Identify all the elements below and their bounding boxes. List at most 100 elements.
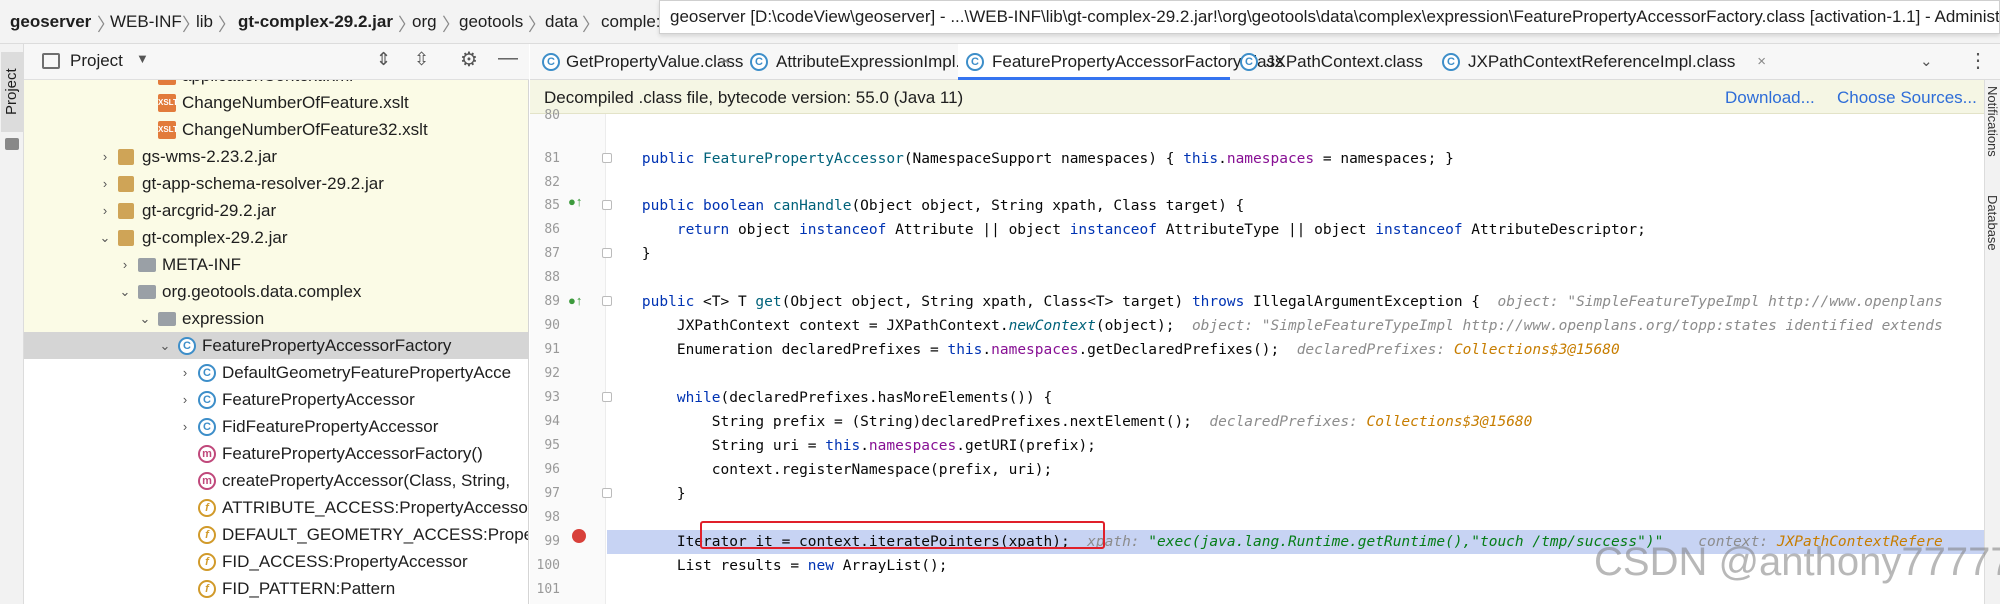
tree-item-label: FeaturePropertyAccessor bbox=[222, 390, 415, 409]
field-icon: f bbox=[198, 526, 216, 544]
breadcrumb-geoserver[interactable]: geoserver bbox=[10, 12, 91, 32]
more-icon[interactable]: ⋮ bbox=[1968, 48, 1988, 73]
tab-jxpathcontext[interactable]: C JXPathContext.class bbox=[1232, 44, 1432, 80]
download-link[interactable]: Download... bbox=[1725, 88, 1815, 108]
class-icon: C bbox=[198, 418, 216, 436]
fold-marker-icon[interactable] bbox=[602, 200, 612, 210]
tree-item[interactable]: m createPropertyAccessor(Class, String, bbox=[24, 467, 528, 494]
field-icon: f bbox=[198, 580, 216, 598]
tree-item[interactable]: ⌄ org.geotools.data.complex bbox=[24, 278, 528, 305]
fold-marker-icon[interactable] bbox=[602, 248, 612, 258]
tab-getpropertyvalue[interactable]: C GetPropertyValue.class × bbox=[542, 44, 743, 80]
collapse-all-icon[interactable]: ⇳ bbox=[414, 49, 429, 70]
line-number: 99 bbox=[544, 534, 560, 549]
choose-sources-link[interactable]: Choose Sources... bbox=[1837, 88, 1977, 108]
breadcrumb-geotools[interactable]: geotools bbox=[459, 12, 523, 32]
line-number: 85 bbox=[544, 198, 560, 213]
database-tool-button[interactable]: Database bbox=[1985, 195, 2000, 251]
override-marker-icon[interactable]: ●↑ bbox=[568, 293, 582, 308]
chevron-right-icon[interactable]: › bbox=[118, 251, 132, 278]
tree-item-label: ATTRIBUTE_ACCESS:PropertyAccessor bbox=[222, 498, 529, 517]
breadcrumb-separator: 〉 bbox=[442, 15, 460, 35]
tree-item[interactable]: › META-INF bbox=[24, 251, 528, 278]
notifications-tool-button[interactable]: Notifications bbox=[1985, 86, 2000, 157]
chevron-down-icon[interactable]: ⌄ bbox=[138, 305, 152, 332]
hide-icon[interactable]: — bbox=[498, 47, 518, 70]
field-icon: f bbox=[198, 499, 216, 517]
chevron-down-icon[interactable]: ⌄ bbox=[158, 332, 172, 359]
breadcrumb-separator: 〉 bbox=[582, 15, 600, 35]
class-icon: C bbox=[178, 337, 196, 355]
line-number: 94 bbox=[544, 414, 560, 429]
line-number: 95 bbox=[544, 438, 560, 453]
breakpoint-icon[interactable] bbox=[572, 529, 586, 543]
tree-item[interactable]: XSLT ChangeNumberOfFeature32.xslt bbox=[24, 116, 528, 143]
chevron-down-icon[interactable]: ⌄ bbox=[118, 278, 132, 305]
chevron-right-icon[interactable]: › bbox=[178, 413, 192, 440]
tree-item[interactable]: f DEFAULT_GEOMETRY_ACCESS:Proper bbox=[24, 521, 528, 548]
tree-item[interactable]: ⌄ C FeaturePropertyAccessorFactory bbox=[24, 332, 528, 359]
line-number: 96 bbox=[544, 462, 560, 477]
chevron-right-icon[interactable]: › bbox=[98, 197, 112, 224]
breadcrumb-web-inf[interactable]: WEB-INF bbox=[110, 12, 182, 32]
chevron-right-icon[interactable]: › bbox=[178, 386, 192, 413]
line-number: 89 bbox=[544, 294, 560, 309]
tree-item[interactable]: › gt-app-schema-resolver-29.2.jar bbox=[24, 170, 528, 197]
close-icon[interactable]: × bbox=[1757, 44, 1766, 80]
breadcrumb-lib[interactable]: lib bbox=[196, 12, 213, 32]
tree-item[interactable]: applicationContext.xml bbox=[24, 80, 528, 89]
tab-featurepropertyaccessorfactory[interactable]: C FeaturePropertyAccessorFactory.class bbox=[958, 44, 1284, 80]
tree-item[interactable]: › gs-wms-2.23.2.jar bbox=[24, 143, 528, 170]
tree-item[interactable]: XSLT ChangeNumberOfFeature.xslt bbox=[24, 89, 528, 116]
project-panel-title[interactable]: Project bbox=[70, 51, 123, 71]
chevron-down-icon[interactable]: ▼ bbox=[136, 51, 149, 66]
fold-marker-icon[interactable] bbox=[602, 392, 612, 402]
tree-item[interactable]: › C FeaturePropertyAccessor bbox=[24, 386, 528, 413]
close-icon[interactable]: × bbox=[721, 44, 730, 80]
tree-item[interactable]: f FID_ACCESS:PropertyAccessor bbox=[24, 548, 528, 575]
override-marker-icon[interactable]: ●↑ bbox=[568, 194, 582, 209]
tree-item[interactable]: › C DefaultGeometryFeaturePropertyAcce bbox=[24, 359, 528, 386]
window-icon bbox=[42, 53, 60, 69]
tree-item-label: META-INF bbox=[162, 255, 242, 274]
chevron-right-icon[interactable]: › bbox=[178, 359, 192, 386]
tab-attributeexpressionimpl[interactable]: C AttributeExpressionImpl.class bbox=[742, 44, 999, 80]
tree-item-label: FeaturePropertyAccessorFactory bbox=[202, 336, 452, 355]
tree-item[interactable]: f ATTRIBUTE_ACCESS:PropertyAccessor bbox=[24, 494, 529, 521]
breadcrumb-data[interactable]: data bbox=[545, 12, 578, 32]
breadcrumb-jar[interactable]: gt-complex-29.2.jar bbox=[238, 12, 393, 32]
fold-marker-icon[interactable] bbox=[602, 296, 612, 306]
fold-marker-icon[interactable] bbox=[602, 153, 612, 163]
chevron-down-icon[interactable]: ⌄ bbox=[98, 224, 112, 251]
class-icon: C bbox=[750, 53, 768, 71]
breadcrumb-org[interactable]: org bbox=[412, 12, 437, 32]
chevron-right-icon[interactable]: › bbox=[98, 143, 112, 170]
line-number: 87 bbox=[544, 246, 560, 261]
decompiled-banner: Decompiled .class file, bytecode version… bbox=[530, 80, 2000, 114]
tree-item[interactable]: f FID_PATTERN:Pattern bbox=[24, 575, 528, 602]
chevron-right-icon[interactable]: › bbox=[98, 170, 112, 197]
fold-marker-icon[interactable] bbox=[602, 488, 612, 498]
line-number: 98 bbox=[544, 510, 560, 525]
line-number: 92 bbox=[544, 366, 560, 381]
annotation-red-box bbox=[700, 521, 1105, 549]
code-line: public FeaturePropertyAccessor(Namespace… bbox=[641, 151, 1454, 167]
tree-item[interactable]: ⌄ expression bbox=[24, 305, 528, 332]
gear-icon[interactable]: ⚙ bbox=[460, 47, 478, 72]
tree-item[interactable]: ⌄ gt-complex-29.2.jar bbox=[24, 224, 528, 251]
code-line: public boolean canHandle(Object object, … bbox=[641, 198, 1245, 214]
breadcrumb-complex[interactable]: comple: bbox=[601, 12, 661, 32]
expand-all-icon[interactable]: ⇕ bbox=[376, 49, 391, 70]
tab-jxpathcontextreferenceimpl[interactable]: C JXPathContextReferenceImpl.class × bbox=[1434, 44, 1774, 80]
tree-item-label: gt-app-schema-resolver-29.2.jar bbox=[142, 174, 384, 193]
code-line: String prefix = (String)declaredPrefixes… bbox=[711, 414, 1533, 430]
tree-item-label: expression bbox=[182, 309, 265, 328]
project-tool-button[interactable]: Project bbox=[1, 52, 23, 132]
chevron-down-icon[interactable]: ⌄ bbox=[1920, 52, 1933, 70]
tree-item[interactable]: › gt-arcgrid-29.2.jar bbox=[24, 197, 528, 224]
jar-icon bbox=[118, 176, 134, 192]
tree-item-label: createPropertyAccessor(Class, String, bbox=[222, 471, 511, 490]
right-tool-stripe: Notifications Database bbox=[1984, 80, 2000, 604]
tree-item[interactable]: › C FidFeaturePropertyAccessor bbox=[24, 413, 528, 440]
tree-item[interactable]: m FeaturePropertyAccessorFactory() bbox=[24, 440, 528, 467]
